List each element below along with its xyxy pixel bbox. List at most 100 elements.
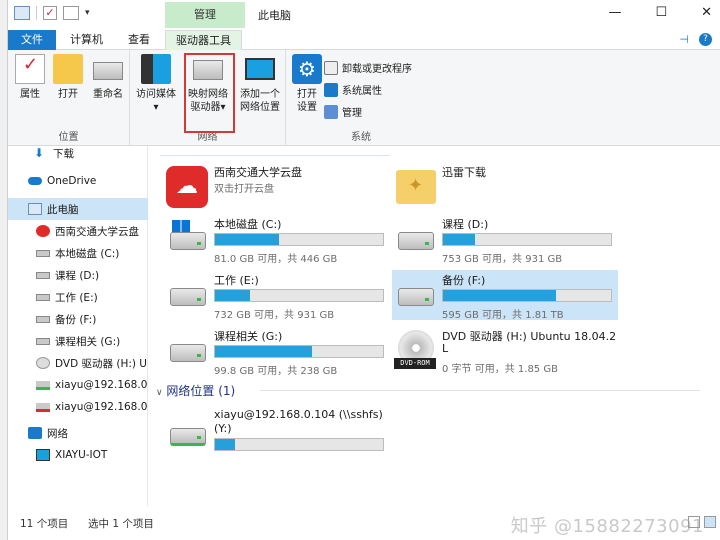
maximize-icon[interactable]: ☐ [655, 5, 667, 20]
sidebar-item-xiayu-iot[interactable]: XIAYU-IOT [8, 444, 148, 466]
dvd-icon: DVD-ROM [394, 330, 436, 372]
usage-bar [442, 289, 612, 302]
rename-button[interactable]: 重命名 [88, 54, 128, 101]
drive-icon [394, 218, 436, 260]
navigation-pane: ⬇ 下载 OneDrive 此电脑 西南交通大学云盘 本地磁盘 (C:) 课程 … [8, 146, 148, 506]
ribbon-right-controls: ⊣ ? [679, 33, 712, 46]
dvd-icon [36, 357, 50, 369]
properties-icon: ✓ [15, 54, 45, 84]
background-window-edge [0, 0, 8, 540]
network-drive-icon [166, 414, 208, 456]
computer-icon [28, 203, 42, 215]
sidebar-item-drive-g[interactable]: 课程相关 (G:) [8, 330, 148, 352]
gear-icon: ⚙ [292, 54, 322, 84]
media-server-icon [141, 54, 171, 84]
drive-tile-f[interactable]: 备份 (F:) 595 GB 可用，共 1.81 TB [392, 270, 618, 321]
customize-arrow-icon[interactable]: ▾ [85, 8, 90, 18]
tab-file[interactable]: 文件 [8, 30, 56, 50]
title-bar: ✓ ▾ 管理 此电脑 — ☐ ✕ [8, 0, 720, 30]
red-cloud-icon [36, 225, 50, 237]
drive-tile-e[interactable]: 工作 (E:) 732 GB 可用，共 931 GB [166, 272, 392, 321]
ribbon: ✓ 属性 打开 重命名 位置 访问媒体 ▾ 映射网络 驱动器▾ 添加一个 网络位… [8, 50, 720, 146]
app-tile-xunlei[interactable]: 迅雷下载 [394, 164, 614, 210]
open-folder-icon [53, 54, 83, 84]
properties-button[interactable]: ✓ 属性 [12, 54, 48, 101]
uninstall-icon [324, 60, 338, 75]
cloud-icon [28, 177, 42, 185]
details-view-icon[interactable] [688, 516, 700, 528]
network-locations-header[interactable]: ∨ 网络位置 (1) [156, 382, 235, 399]
network-drive-icon [36, 380, 50, 390]
sidebar-item-drive-f[interactable]: 备份 (F:) [8, 308, 148, 330]
manage-button[interactable]: 管理 [324, 104, 362, 119]
dropdown-arrow-icon: ▾ [153, 102, 159, 113]
drive-icon [394, 274, 436, 316]
sidebar-item-drive-d[interactable]: 课程 (D:) [8, 264, 148, 286]
add-network-location-button[interactable]: 添加一个 网络位置 [236, 54, 284, 114]
tab-drive-tools[interactable]: 驱动器工具 [165, 30, 242, 50]
close-icon[interactable]: ✕ [701, 5, 712, 20]
drive-icon [166, 330, 208, 372]
network-drive-error-icon [36, 402, 50, 412]
explorer-window: ✓ ▾ 管理 此电脑 — ☐ ✕ 文件 计算机 查看 驱动器工具 ⊣ ? ✓ 属… [0, 0, 720, 540]
tab-view[interactable]: 查看 [118, 30, 160, 50]
group-location: ✓ 属性 打开 重命名 位置 [8, 50, 130, 146]
selected-count: 选中 1 个项目 [88, 518, 154, 530]
ribbon-tab-row: 文件 计算机 查看 驱动器工具 ⊣ ? [8, 30, 720, 50]
windows-drive-icon [166, 218, 208, 260]
window-controls: — ☐ ✕ [608, 5, 712, 20]
sidebar-item-drive-c[interactable]: 本地磁盘 (C:) [8, 242, 148, 264]
tiles-view-icon[interactable] [704, 516, 716, 528]
sidebar-item-this-pc[interactable]: 此电脑 [8, 198, 148, 220]
new-folder-icon[interactable] [63, 6, 79, 20]
quick-access-toolbar: ✓ ▾ [14, 6, 90, 20]
drive-icon [36, 315, 50, 323]
partial-row-top [160, 146, 390, 156]
computer-icon[interactable] [14, 6, 30, 20]
content-pane: ☁ 西南交通大学云盘 双击打开云盘 迅雷下载 本地磁盘 (C:) 81.0 GB… [150, 146, 712, 508]
drive-tile-g[interactable]: 课程相关 (G:) 99.8 GB 可用，共 238 GB [166, 328, 392, 377]
item-count: 11 个项目 [20, 518, 69, 530]
usage-bar [214, 289, 384, 302]
context-tab-manage[interactable]: 管理 [165, 2, 245, 28]
drive-icon [36, 271, 50, 279]
sidebar-item-network[interactable]: 网络 [8, 422, 148, 444]
properties-check-icon[interactable]: ✓ [43, 6, 57, 20]
dvd-rom-label: DVD-ROM [394, 358, 436, 369]
divider [36, 6, 37, 20]
rename-icon [93, 62, 123, 80]
drive-tile-c[interactable]: 本地磁盘 (C:) 81.0 GB 可用，共 446 GB [166, 216, 392, 265]
usage-bar [214, 345, 384, 358]
pin-ribbon-icon[interactable]: ⊣ [679, 33, 689, 46]
tab-computer[interactable]: 计算机 [60, 30, 113, 50]
drive-tile-d[interactable]: 课程 (D:) 753 GB 可用，共 931 GB [394, 216, 620, 265]
sidebar-item-downloads[interactable]: ⬇ 下载 [8, 142, 148, 164]
xunlei-icon [394, 166, 436, 208]
manage-icon [324, 104, 338, 119]
system-properties-button[interactable]: 系统属性 [324, 82, 382, 97]
usage-bar [442, 233, 612, 246]
collapse-chevron-icon: ∨ [156, 388, 163, 398]
monitor-icon [36, 449, 50, 461]
drive-icon [36, 249, 50, 257]
network-icon [28, 427, 42, 439]
drive-tile-dvd-h[interactable]: DVD-ROM DVD 驱动器 (H:) Ubuntu 18.04.2 L 0 … [394, 328, 620, 375]
sidebar-item-network-drive-2[interactable]: xiayu@192.168.0.1 [8, 396, 148, 418]
access-media-button[interactable]: 访问媒体 ▾ [134, 54, 178, 114]
watermark: 知乎 @15882273091 [510, 516, 704, 537]
sidebar-item-network-drive-1[interactable]: xiayu@192.168.0.1 [8, 374, 148, 396]
sidebar-item-dvd-h[interactable]: DVD 驱动器 (H:) U [8, 352, 148, 374]
uninstall-button[interactable]: 卸载或更改程序 [324, 60, 412, 75]
open-settings-button[interactable]: ⚙ 打开 设置 [290, 54, 324, 114]
app-tile-swjtu-cloud[interactable]: ☁ 西南交通大学云盘 双击打开云盘 [166, 164, 386, 210]
help-icon[interactable]: ? [699, 33, 712, 46]
sidebar-item-swjtu-cloud[interactable]: 西南交通大学云盘 [8, 220, 148, 242]
minimize-icon[interactable]: — [608, 5, 621, 20]
drive-icon [36, 293, 50, 301]
download-arrow-icon: ⬇ [34, 146, 45, 160]
network-drive-tile-y[interactable]: xiayu@192.168.0.104 (\\sshfs) (Y:) [166, 408, 396, 454]
sidebar-item-drive-e[interactable]: 工作 (E:) [8, 286, 148, 308]
open-button[interactable]: 打开 [50, 54, 86, 101]
add-location-monitor-icon [245, 58, 275, 80]
sidebar-item-onedrive[interactable]: OneDrive [8, 170, 148, 192]
